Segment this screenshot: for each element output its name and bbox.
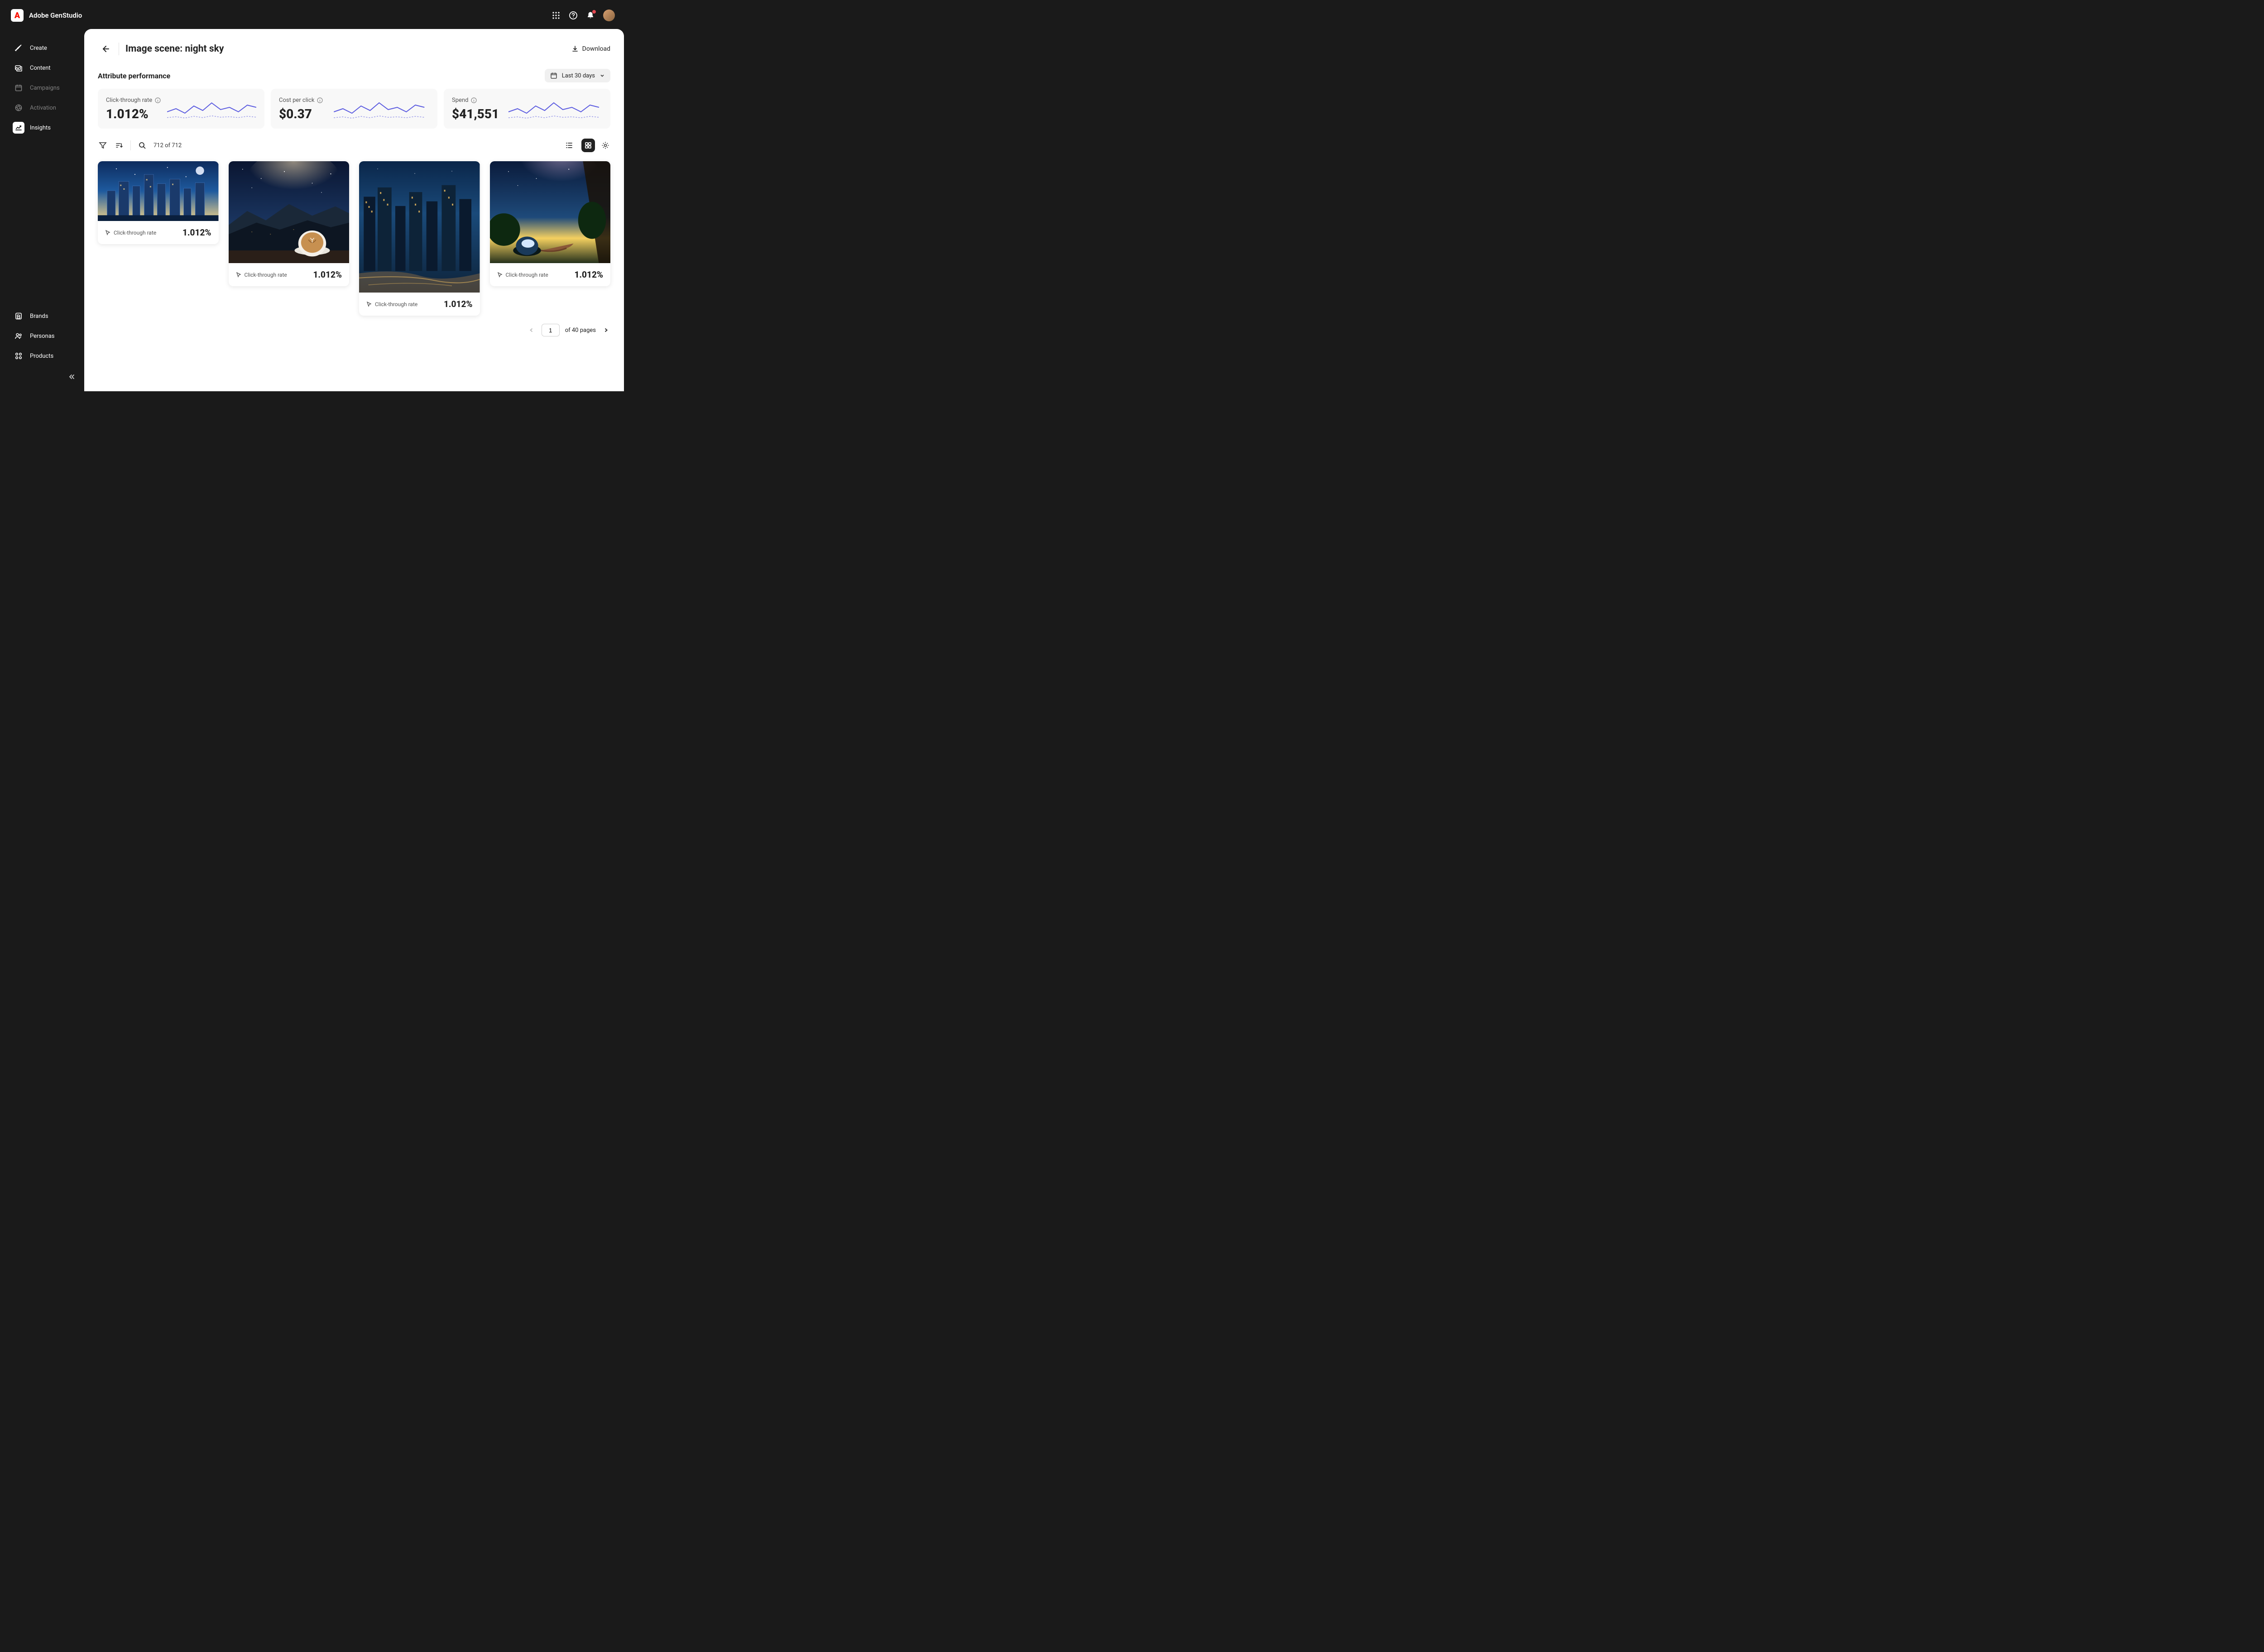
notification-dot-icon [592, 10, 596, 14]
page-total: of 40 pages [565, 327, 596, 334]
metric-label: Cost per click [279, 97, 323, 104]
info-icon[interactable] [317, 97, 323, 103]
sort-button[interactable] [114, 140, 124, 150]
info-icon[interactable] [471, 97, 477, 103]
metric-label: Spend [452, 97, 499, 104]
sidebar-item-label: Insights [30, 125, 51, 131]
calendar-icon [13, 82, 24, 94]
divider [130, 140, 131, 150]
asset-card[interactable]: Click-through rate 1.012% [359, 161, 480, 316]
personas-icon [13, 330, 24, 342]
metric-card-cpc[interactable]: Cost per click $0.37 [271, 89, 437, 129]
date-range-label: Last 30 days [562, 72, 595, 79]
apps-icon[interactable] [552, 11, 561, 20]
sparkline-icon [505, 96, 602, 121]
sidebar-item-label: Products [30, 353, 53, 360]
metric-card-ctr[interactable]: Click-through rate 1.012% [98, 89, 264, 129]
asset-metric-label: Click-through rate [105, 230, 156, 236]
sidebar-item-label: Create [30, 45, 47, 52]
metric-value: $41,551 [452, 106, 499, 121]
asset-card[interactable]: Click-through rate 1.012% [98, 161, 219, 244]
sidebar-item-activation[interactable]: Activation [9, 98, 77, 118]
sidebar-item-insights[interactable]: Insights [9, 118, 77, 138]
sidebar-item-label: Activation [30, 105, 56, 111]
chart-icon [13, 122, 24, 134]
asset-card[interactable]: Click-through rate 1.012% [229, 161, 350, 286]
aperture-icon [13, 102, 24, 114]
asset-thumbnail [98, 161, 219, 221]
download-label: Download [582, 45, 610, 53]
sidebar-item-label: Content [30, 65, 51, 72]
asset-thumbnail [490, 161, 611, 263]
page-title: Image scene: night sky [125, 43, 224, 54]
products-icon [13, 350, 24, 362]
metric-value: $0.37 [279, 106, 323, 121]
list-view-button[interactable] [562, 139, 576, 152]
sidebar-item-content[interactable]: Content [9, 58, 77, 78]
sidebar-item-personas[interactable]: Personas [9, 326, 77, 346]
sidebar-item-label: Campaigns [30, 85, 60, 91]
asset-metric-value: 1.012% [182, 227, 211, 238]
sidebar-item-label: Brands [30, 313, 48, 320]
calendar-icon [550, 72, 557, 79]
image-stack-icon [13, 62, 24, 74]
avatar[interactable] [603, 10, 615, 21]
chevron-down-icon [600, 73, 605, 78]
settings-button[interactable] [600, 140, 610, 150]
result-count: 712 of 712 [153, 142, 182, 149]
page-prev-button[interactable] [527, 326, 536, 335]
page-input[interactable] [542, 324, 560, 336]
brush-icon [13, 42, 24, 54]
sidebar-collapse-button[interactable] [66, 371, 77, 382]
pagination: of 40 pages [98, 324, 610, 336]
notifications-icon[interactable] [586, 11, 595, 20]
cursor-icon [366, 301, 372, 307]
search-button[interactable] [137, 140, 147, 150]
asset-metric-label: Click-through rate [497, 272, 548, 278]
asset-card[interactable]: Click-through rate 1.012% [490, 161, 611, 286]
asset-metric-value: 1.012% [574, 269, 603, 280]
sidebar-item-brands[interactable]: Brands [9, 306, 77, 326]
adobe-logo: A [11, 9, 24, 22]
help-icon[interactable] [569, 11, 578, 20]
sparkline-icon [329, 96, 429, 121]
cursor-icon [497, 272, 503, 278]
adobe-a-icon: A [14, 11, 20, 20]
grid-view-button[interactable] [581, 139, 595, 152]
sidebar: Create Content Campaigns Activation [2, 29, 84, 391]
date-range-picker[interactable]: Last 30 days [545, 69, 610, 82]
asset-metric-value: 1.012% [313, 269, 342, 280]
asset-metric-label: Click-through rate [236, 272, 287, 278]
download-button[interactable]: Download [571, 45, 610, 53]
asset-thumbnail [229, 161, 350, 263]
sparkline-icon [167, 96, 256, 121]
metrics-row: Click-through rate 1.012% Cost per click [98, 89, 610, 129]
sidebar-item-campaigns[interactable]: Campaigns [9, 78, 77, 98]
sidebar-item-label: Personas [30, 333, 55, 340]
asset-metric-label: Click-through rate [366, 301, 417, 307]
results-toolbar: 712 of 712 [98, 139, 610, 152]
main-content: Image scene: night sky Download Attribut… [84, 29, 624, 391]
app-title: Adobe GenStudio [29, 11, 82, 19]
sidebar-item-products[interactable]: Products [9, 346, 77, 366]
filter-button[interactable] [98, 140, 108, 150]
download-icon [571, 45, 579, 53]
section-title: Attribute performance [98, 72, 170, 80]
metric-value: 1.012% [106, 106, 161, 121]
app-header: A Adobe GenStudio [2, 2, 624, 29]
sidebar-item-create[interactable]: Create [9, 38, 77, 58]
back-button[interactable] [98, 42, 112, 56]
asset-grid: Click-through rate 1.012% [98, 161, 610, 316]
metric-card-spend[interactable]: Spend $41,551 [444, 89, 610, 129]
metric-label: Click-through rate [106, 97, 161, 104]
info-icon[interactable] [155, 97, 161, 103]
asset-metric-value: 1.012% [444, 299, 473, 309]
cursor-icon [105, 230, 111, 235]
asset-thumbnail [359, 161, 480, 293]
brand-icon [13, 310, 24, 322]
page-next-button[interactable] [601, 326, 610, 335]
cursor-icon [236, 272, 242, 278]
